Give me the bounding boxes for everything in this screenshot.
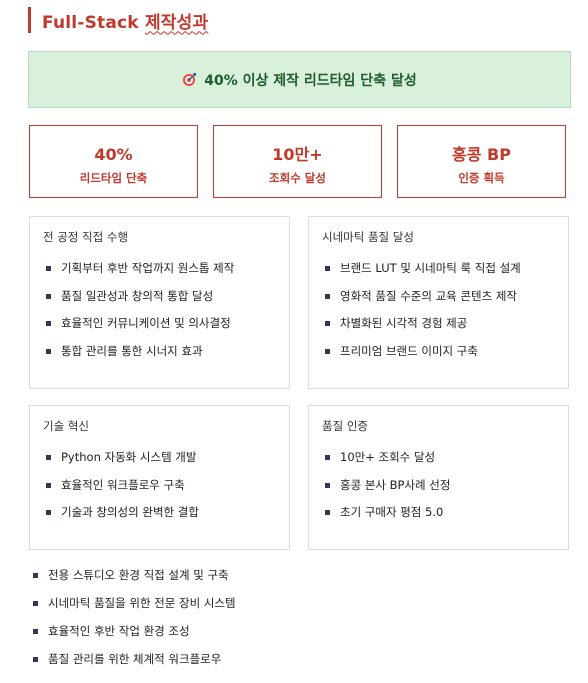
section-header: Full-Stack 제작성과 [28,7,208,33]
list-item: 10만+ 조회수 달성 [323,450,450,478]
card-list: 기획부터 후반 작업까지 원스톱 제작 품질 일관성과 창의적 통합 달성 효율… [44,261,234,371]
stat-label: 인증 획득 [458,171,505,185]
list-item: 차별화된 시각적 경험 제공 [323,316,521,344]
page-title: Full-Stack 제작성과 [42,8,208,33]
title-latin: Full-Stack [42,12,139,33]
list-item: 효율적인 워크플로우 구축 [44,478,199,506]
stat-label: 조회수 달성 [269,171,326,185]
banner-text: 40% 이상 제작 리드타임 단축 달성 [204,72,417,89]
list-item: 홍콩 본사 BP사례 선정 [323,478,450,506]
highlight-banner: 40% 이상 제작 리드타임 단축 달성 [28,51,571,108]
list-item: 초기 구매자 평점 5.0 [323,505,450,533]
list-item: 전용 스튜디오 환경 직접 설계 및 구축 [31,568,236,596]
stat-value: 홍콩 BP [452,145,511,164]
list-item: 통합 관리를 통한 시너지 효과 [44,344,234,372]
target-icon [182,72,197,87]
card-title: 기술 혁신 [43,419,89,433]
list-item: 영화적 품질 수준의 교육 콘텐츠 제작 [323,289,521,317]
list-item: Python 자동화 시스템 개발 [44,450,199,478]
list-item: 효율적인 후반 작업 환경 조성 [31,624,236,652]
stat-value: 40% [94,145,133,164]
page: Full-Stack 제작성과 40% 이상 제작 리드타임 단축 달성 40%… [0,0,588,683]
card-title: 시네마틱 품질 달성 [322,230,414,244]
stat-value: 10만+ [272,145,323,164]
feature-card: 시네마틱 품질 달성 브랜드 LUT 및 시네마틱 룩 직접 설계 영화적 품질… [308,216,569,389]
stat-card: 40% 리드타임 단축 [29,125,198,198]
list-item: 시네마틱 품질을 위한 전문 장비 시스템 [31,596,236,624]
list-item: 프리미엄 브랜드 이미지 구축 [323,344,521,372]
list-item: 품질 관리를 위한 체계적 워크플로우 [31,652,236,680]
card-list: 브랜드 LUT 및 시네마틱 룩 직접 설계 영화적 품질 수준의 교육 콘텐츠… [323,261,521,371]
feature-card: 전 공정 직접 수행 기획부터 후반 작업까지 원스톱 제작 품질 일관성과 창… [29,216,290,389]
list-item: 효율적인 커뮤니케이션 및 의사결정 [44,316,234,344]
list-item: 브랜드 LUT 및 시네마틱 룩 직접 설계 [323,261,521,289]
feature-card: 기술 혁신 Python 자동화 시스템 개발 효율적인 워크플로우 구축 기술… [29,405,290,550]
list-item: 품질 일관성과 창의적 통합 달성 [44,289,234,317]
list-item: 기술과 창의성의 완벽한 결합 [44,505,199,533]
card-title: 품질 인증 [322,419,368,433]
title-korean: 제작성과 [144,12,209,33]
stat-card: 홍콩 BP 인증 획득 [397,125,566,198]
card-list: 10만+ 조회수 달성 홍콩 본사 BP사례 선정 초기 구매자 평점 5.0 [323,450,450,533]
feature-card: 품질 인증 10만+ 조회수 달성 홍콩 본사 BP사례 선정 초기 구매자 평… [308,405,569,550]
stat-card: 10만+ 조회수 달성 [213,125,382,198]
bottom-list: 전용 스튜디오 환경 직접 설계 및 구축 시네마틱 품질을 위한 전문 장비 … [31,568,236,680]
card-title: 전 공정 직접 수행 [43,230,129,244]
list-item: 기획부터 후반 작업까지 원스톱 제작 [44,261,234,289]
stat-label: 리드타임 단축 [79,171,148,185]
card-list: Python 자동화 시스템 개발 효율적인 워크플로우 구축 기술과 창의성의… [44,450,199,533]
